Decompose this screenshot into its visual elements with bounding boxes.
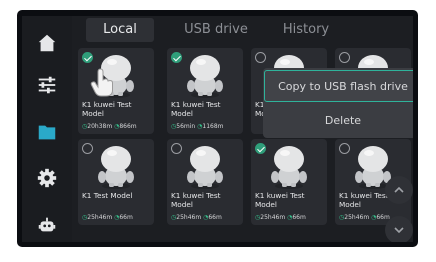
filament-length: 66m: [208, 214, 222, 221]
filament-length: 1168m: [202, 123, 224, 130]
robot-icon: [38, 217, 56, 232]
tab-history[interactable]: History: [274, 18, 338, 42]
select-checkbox[interactable]: [255, 143, 266, 154]
print-time: 25h46m: [260, 214, 286, 221]
print-time: 56min: [176, 123, 196, 130]
file-meta: ◷20h38m ◔866m: [82, 123, 154, 130]
home-icon: [38, 34, 56, 52]
folder-icon: [38, 125, 56, 140]
filament-length: 66m: [119, 214, 133, 221]
select-checkbox[interactable]: [171, 143, 182, 154]
chevron-down-icon: [394, 227, 404, 234]
scroll-up-button[interactable]: [385, 176, 413, 204]
select-checkbox[interactable]: [339, 143, 350, 154]
file-name: K1 kuwei Test Model: [82, 100, 132, 118]
file-meta: ◷56min ◔1168m: [171, 123, 243, 130]
print-time: 25h46m: [344, 214, 370, 221]
delete-menu-item[interactable]: Delete: [264, 105, 413, 137]
file-card[interactable]: K1 kuwei Test Model ◷25h46m ◔66m: [251, 139, 327, 225]
filament-length: 66m: [292, 214, 306, 221]
file-source-tabs: Local USB drive History: [78, 18, 408, 42]
printer-screen: Local USB drive History K1 kuwei Test Mo…: [22, 16, 413, 242]
tab-local[interactable]: Local: [86, 18, 154, 42]
print-time: 25h46m: [87, 214, 113, 221]
print-time: 25h46m: [176, 214, 202, 221]
pointer-hand-icon: [90, 68, 113, 97]
sidebar-item-home[interactable]: [28, 24, 66, 62]
gear-icon: [37, 168, 57, 188]
sidebar-item-settings[interactable]: [28, 159, 66, 197]
select-checkbox[interactable]: [255, 52, 266, 63]
file-card[interactable]: K1 Test Model ◷25h46m ◔66m: [78, 139, 154, 225]
sidebar-item-settings-sliders[interactable]: [28, 66, 66, 104]
print-time: 20h38m: [87, 123, 113, 130]
file-name: K1 kuwei Test Model: [171, 100, 221, 118]
sidebar-item-files[interactable]: [28, 113, 66, 151]
file-name: K1 kuwei Test Model: [171, 191, 221, 209]
select-checkbox[interactable]: [82, 143, 93, 154]
select-checkbox[interactable]: [339, 52, 350, 63]
select-checkbox[interactable]: [82, 52, 93, 63]
device-frame: Local USB drive History K1 kuwei Test Mo…: [17, 10, 418, 247]
sliders-icon: [38, 76, 56, 94]
file-name: K1 kuwei Test Model: [255, 191, 305, 209]
file-name: K1 Test Model: [82, 191, 133, 200]
filament-length: 866m: [119, 123, 137, 130]
chevron-up-icon: [394, 186, 404, 193]
file-meta: ◷25h46m ◔66m: [171, 214, 243, 221]
file-card[interactable]: K1 kuwei Test Model ◷56min ◔1168m: [167, 48, 243, 134]
select-checkbox[interactable]: [171, 52, 182, 63]
scroll-down-button[interactable]: [385, 216, 413, 242]
copy-to-usb-menu-item[interactable]: Copy to USB flash drive: [264, 70, 413, 102]
file-meta: ◷25h46m ◔66m: [255, 214, 327, 221]
file-card[interactable]: K1 kuwei Test Model ◷25h46m ◔66m: [167, 139, 243, 225]
file-meta: ◷25h46m ◔66m: [82, 214, 154, 221]
tab-usb-drive[interactable]: USB drive: [174, 18, 258, 42]
sidebar-item-assistant[interactable]: [28, 206, 66, 242]
sidebar: [22, 16, 72, 242]
context-menu: Copy to USB flash drive Delete: [263, 68, 413, 138]
